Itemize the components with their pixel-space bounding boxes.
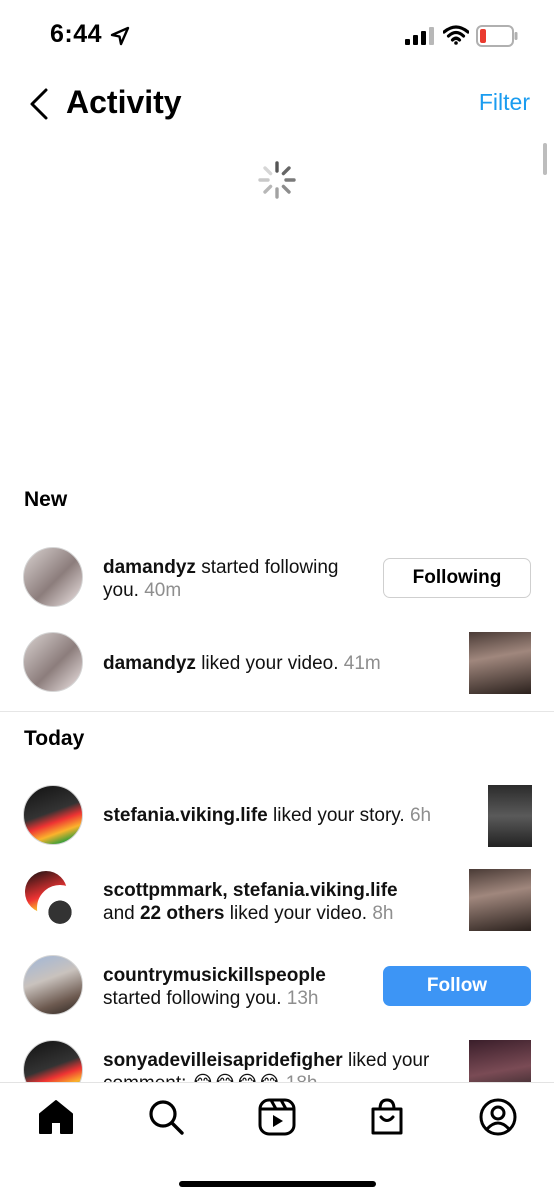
username[interactable]: stefania.viking.life — [103, 805, 268, 826]
follow-button[interactable]: Follow — [383, 966, 531, 1006]
video-thumbnail[interactable] — [469, 632, 531, 694]
activity-text: stefania.viking.life liked your story. 6… — [103, 805, 432, 826]
activity-row[interactable]: sonyadevilleisapridefigher liked your co… — [0, 1040, 554, 1082]
activity-header: Activity Filter — [0, 75, 554, 135]
timestamp: 40m — [144, 580, 182, 601]
section-title-new: New — [24, 488, 68, 511]
search-icon[interactable] — [146, 1097, 186, 1137]
video-thumbnail[interactable] — [469, 869, 531, 931]
usernames[interactable]: scottpmmark, stefania.viking.life — [103, 880, 398, 901]
activity-text: scottpmmark, stefania.viking.life and 22… — [103, 880, 398, 924]
home-indicator[interactable] — [179, 1181, 376, 1187]
profile-icon[interactable] — [478, 1097, 518, 1137]
activity-text: damandyz liked your video. 41m — [103, 653, 381, 674]
activity-text: countrymusickillspeople started followin… — [103, 965, 326, 1009]
avatar[interactable] — [23, 955, 83, 1015]
battery-low-icon — [476, 25, 518, 47]
cellular-signal-icon — [405, 27, 434, 45]
comment-thumbnail[interactable] — [469, 1040, 531, 1082]
scroll-indicator[interactable] — [543, 143, 547, 175]
home-icon[interactable] — [36, 1097, 76, 1137]
shop-icon[interactable] — [367, 1097, 407, 1137]
username[interactable]: damandyz — [103, 653, 196, 674]
filter-button[interactable]: Filter — [479, 89, 530, 116]
status-time: 6:44 — [50, 20, 103, 48]
others-count[interactable]: 22 others — [140, 903, 224, 924]
page-title: Activity — [66, 84, 182, 120]
avatar[interactable] — [23, 1040, 83, 1082]
timestamp: 41m — [343, 653, 381, 674]
story-thumbnail[interactable] — [488, 785, 532, 847]
section-title-today: Today — [24, 727, 85, 750]
timestamp: 8h — [372, 903, 394, 924]
timestamp: 13h — [286, 988, 319, 1009]
status-bar: 6:44 — [0, 0, 554, 70]
chevron-left-icon[interactable] — [28, 87, 50, 121]
username[interactable]: countrymusickillspeople — [103, 965, 326, 986]
avatar[interactable] — [23, 632, 83, 692]
timestamp: 18h — [286, 1073, 318, 1082]
avatar[interactable] — [37, 885, 83, 931]
username[interactable]: sonyadevilleisapridefigher — [103, 1050, 343, 1071]
activity-text: sonyadevilleisapridefigher liked your co… — [103, 1049, 429, 1082]
avatar[interactable] — [23, 785, 83, 845]
divider — [0, 711, 554, 712]
bottom-tab-bar — [0, 1082, 554, 1201]
username[interactable]: damandyz — [103, 557, 196, 578]
loading-spinner-icon — [258, 161, 296, 199]
location-arrow-icon — [110, 26, 130, 46]
timestamp: 6h — [409, 805, 432, 826]
following-button[interactable]: Following — [383, 558, 531, 598]
wifi-icon — [443, 25, 469, 45]
avatar[interactable] — [23, 547, 83, 607]
activity-text: damandyz started following you. 40m — [103, 557, 339, 601]
reels-icon[interactable] — [257, 1097, 297, 1137]
